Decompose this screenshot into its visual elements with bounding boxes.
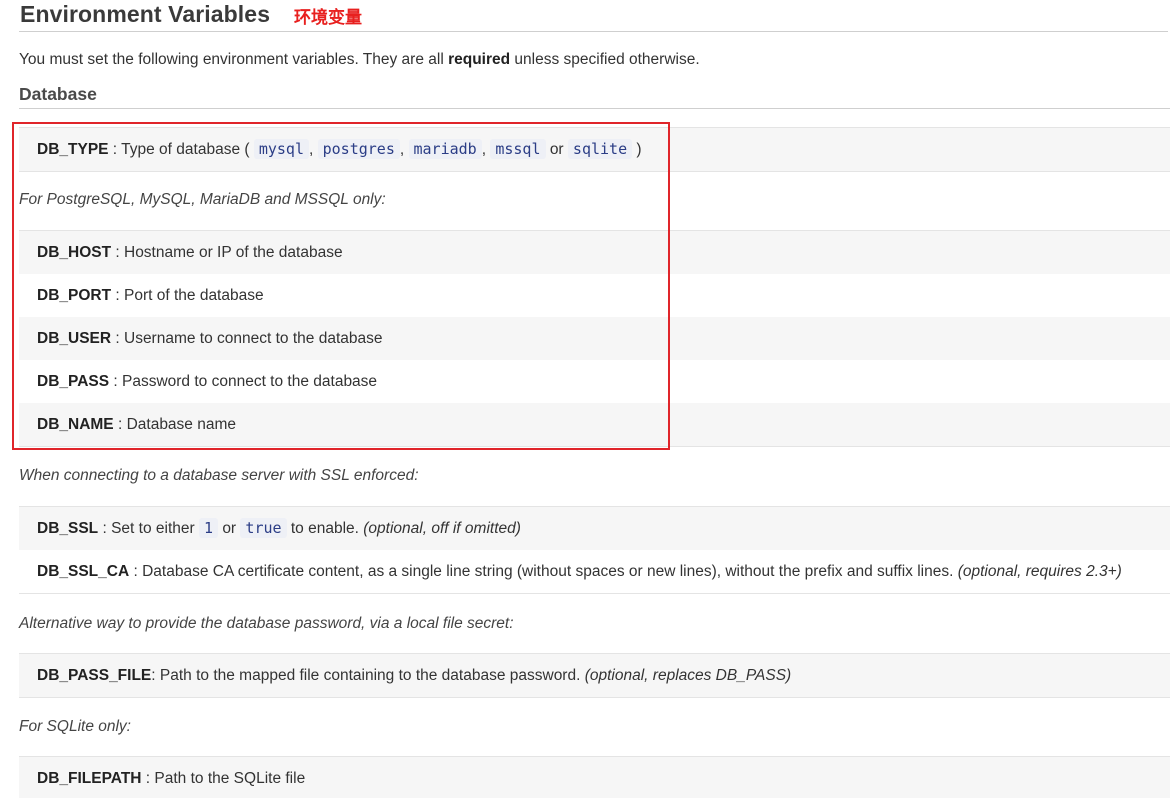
var-desc: : Database CA certificate content, as a … (129, 563, 958, 580)
list-item-db-ssl: DB_SSL : Set to either 1 or true to enab… (19, 507, 1170, 550)
var-desc: : Database name (113, 416, 237, 433)
list-item-db-host: DB_HOST : Hostname or IP of the database (19, 231, 1170, 274)
page-title: Environment Variables (20, 1, 271, 27)
ssl-vars-list: DB_SSL : Set to either 1 or true to enab… (19, 506, 1170, 594)
note-ssl: When connecting to a database server wit… (19, 467, 419, 484)
chinese-annotation: 环境变量 (294, 8, 362, 27)
database-title: Database (19, 84, 97, 104)
var-name: DB_USER (37, 330, 112, 347)
list-item-db-filepath: DB_FILEPATH : Path to the SQLite file (19, 757, 1170, 798)
separator: , (481, 141, 487, 158)
code-option-mariadb: mariadb (408, 139, 482, 159)
optional-note: (optional, requires 2.3+) (957, 563, 1122, 580)
var-desc: : Set to either (98, 520, 199, 537)
var-desc: : Port of the database (111, 287, 264, 304)
var-name: DB_TYPE (37, 141, 109, 158)
database-subheading: Database (19, 82, 1170, 109)
list-item-db-port: DB_PORT : Port of the database (19, 274, 1170, 317)
note-postgres-only: For PostgreSQL, MySQL, MariaDB and MSSQL… (19, 191, 386, 208)
var-desc: : Path to the mapped file containing to … (151, 667, 585, 684)
var-name: DB_SSL (37, 520, 99, 537)
var-name: DB_HOST (37, 244, 112, 261)
var-name: DB_FILEPATH (37, 770, 142, 787)
intro-text-after: unless specified otherwise. (510, 51, 700, 68)
var-name: DB_SSL_CA (37, 563, 130, 580)
code-option-mssql: mssql (490, 139, 546, 159)
intro-text-before: You must set the following environment v… (19, 51, 449, 68)
list-item-db-pass: DB_PASS : Password to connect to the dat… (19, 360, 1170, 403)
var-desc: : Password to connect to the database (109, 373, 378, 390)
code-value-1: 1 (198, 518, 218, 538)
list-item-db-pass-file: DB_PASS_FILE: Path to the mapped file co… (19, 654, 1170, 697)
var-name: DB_NAME (37, 416, 114, 433)
list-item-db-ssl-ca: DB_SSL_CA : Database CA certificate cont… (19, 550, 1170, 593)
list-item-db-type: DB_TYPE : Type of database ( mysql, post… (19, 128, 1170, 171)
var-desc: : Type of database ( (108, 141, 250, 158)
code-option-postgres: postgres (317, 139, 400, 159)
or-word: or (222, 520, 237, 537)
intro-required-word: required (448, 51, 511, 68)
separator: , (399, 141, 405, 158)
var-name: DB_PASS_FILE (37, 667, 152, 684)
db-type-list: DB_TYPE : Type of database ( mysql, post… (19, 127, 1170, 172)
intro-paragraph: You must set the following environment v… (19, 51, 700, 69)
docs-page: Environment Variables 环境变量 You must set … (0, 0, 1170, 798)
optional-note: (optional, replaces DB_PASS) (584, 667, 792, 684)
note-sqlite: For SQLite only: (19, 718, 131, 735)
optional-note: (optional, off if omitted) (363, 520, 521, 537)
var-name: DB_PASS (37, 373, 110, 390)
or-word: or (549, 141, 564, 158)
var-desc-tail: to enable. (286, 520, 364, 537)
list-item-db-user: DB_USER : Username to connect to the dat… (19, 317, 1170, 360)
list-item-db-name: DB_NAME : Database name (19, 403, 1170, 446)
sqlite-list: DB_FILEPATH : Path to the SQLite file (19, 756, 1170, 798)
var-name: DB_PORT (37, 287, 112, 304)
code-option-mysql: mysql (253, 139, 309, 159)
separator: , (309, 141, 314, 158)
close-paren: ) (636, 141, 642, 158)
var-desc: : Hostname or IP of the database (111, 244, 343, 261)
note-pass-file: Alternative way to provide the database … (19, 615, 514, 632)
var-desc: : Username to connect to the database (111, 330, 383, 347)
code-option-sqlite: sqlite (567, 139, 633, 159)
section-heading: Environment Variables 环境变量 (19, 0, 1168, 32)
pass-file-list: DB_PASS_FILE: Path to the mapped file co… (19, 653, 1170, 698)
pg-vars-list: DB_HOST : Hostname or IP of the database… (19, 230, 1170, 447)
var-desc: : Path to the SQLite file (141, 770, 306, 787)
code-value-true: true (240, 518, 287, 538)
